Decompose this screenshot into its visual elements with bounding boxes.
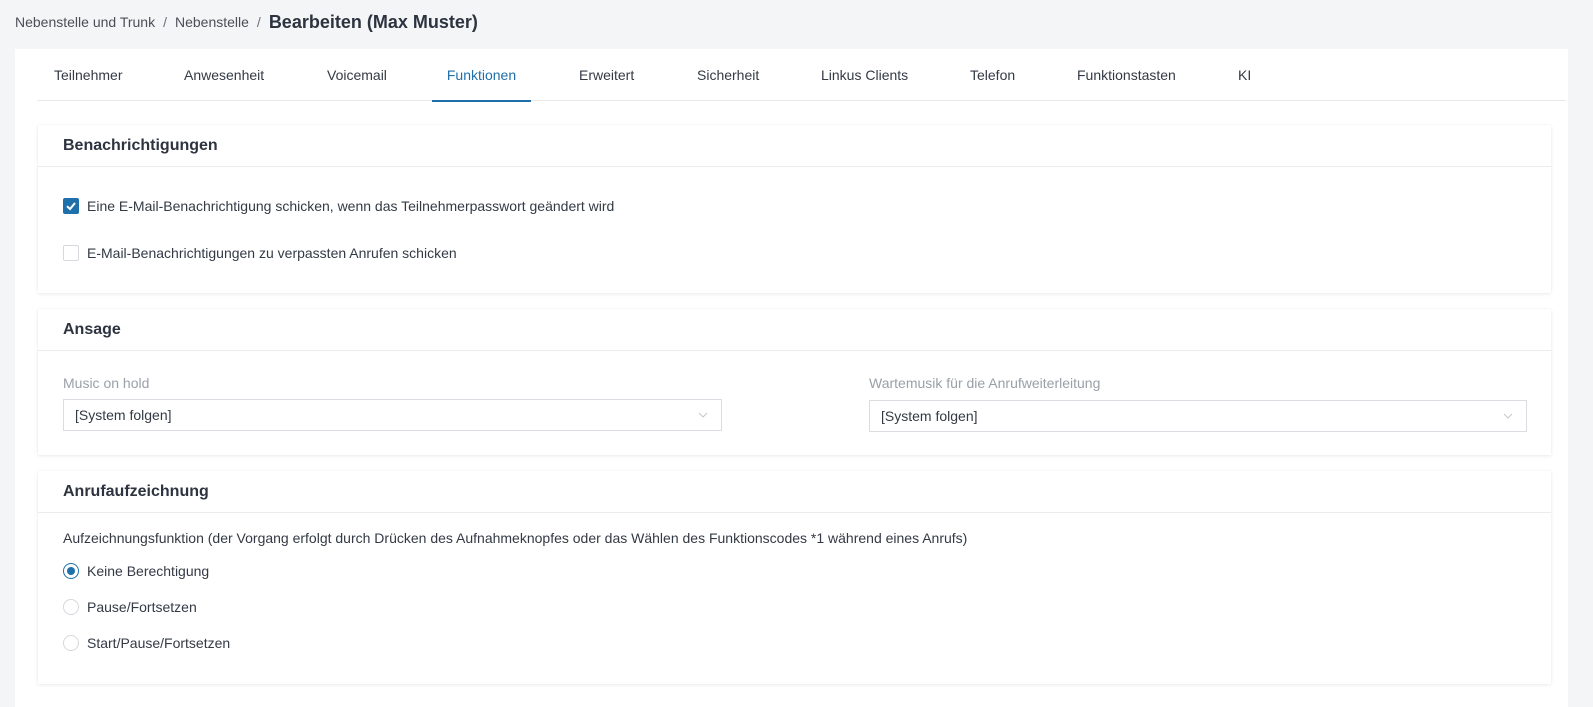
notify-password-change-label: Eine E-Mail-Benachrichtigung schicken, w… [87, 198, 615, 214]
notify-missed-calls-label: E-Mail-Benachrichtigungen zu verpassten … [87, 245, 457, 261]
radio-dot [67, 567, 75, 575]
forward-music-label: Wartemusik für die Anrufweiterleitung [869, 375, 1101, 391]
forward-music-value: [System folgen] [881, 408, 978, 424]
recording-pause-resume-label: Pause/Fortsetzen [87, 599, 197, 615]
recording-start-pause-resume-radio[interactable] [63, 635, 79, 651]
recording-pause-resume-radio[interactable] [63, 599, 79, 615]
check-icon [66, 202, 76, 211]
recording-card: Anrufaufzeichnung Aufzeichnungsfunktion … [38, 471, 1551, 684]
tab-erweitert[interactable]: Erweitert [579, 49, 634, 101]
tab-voicemail[interactable]: Voicemail [327, 49, 387, 101]
chevron-down-icon [1503, 413, 1513, 419]
chevron-down-icon [698, 412, 708, 418]
breadcrumb-item-trunk[interactable]: Nebenstelle und Trunk [15, 14, 155, 30]
notify-missed-calls-checkbox[interactable] [63, 245, 79, 261]
notify-password-change-checkbox[interactable] [63, 198, 79, 214]
recording-option-pause-resume[interactable]: Pause/Fortsetzen [63, 599, 197, 615]
tab-funktionen[interactable]: Funktionen [432, 49, 531, 102]
tab-teilnehmer[interactable]: Teilnehmer [54, 49, 122, 101]
breadcrumb-separator: / [256, 14, 261, 30]
recording-option-none[interactable]: Keine Berechtigung [63, 563, 209, 579]
forward-music-select[interactable]: [System folgen] [869, 400, 1527, 432]
tab-anwesenheit[interactable]: Anwesenheit [184, 49, 264, 101]
breadcrumb-item-extension[interactable]: Nebenstelle [175, 14, 249, 30]
main-panel: Teilnehmer Anwesenheit Voicemail Funktio… [15, 49, 1568, 707]
breadcrumb: Nebenstelle und Trunk / Nebenstelle / Be… [15, 10, 478, 34]
music-on-hold-label: Music on hold [63, 375, 150, 391]
music-on-hold-select[interactable]: [System folgen] [63, 399, 722, 431]
notifications-title: Benachrichtigungen [38, 125, 1551, 167]
tab-sicherheit[interactable]: Sicherheit [697, 49, 759, 101]
recording-none-label: Keine Berechtigung [87, 563, 210, 579]
notify-missed-calls-option[interactable]: E-Mail-Benachrichtigungen zu verpassten … [63, 245, 457, 261]
tab-bar: Teilnehmer Anwesenheit Voicemail Funktio… [37, 49, 1566, 102]
recording-none-radio[interactable] [63, 563, 79, 579]
recording-description: Aufzeichnungsfunktion (der Vorgang erfol… [63, 530, 968, 546]
recording-title: Anrufaufzeichnung [38, 471, 1551, 513]
tab-ki[interactable]: KI [1238, 49, 1251, 101]
page-title: Bearbeiten (Max Muster) [268, 11, 478, 32]
announcement-title: Ansage [38, 309, 1551, 351]
recording-start-pause-resume-label: Start/Pause/Fortsetzen [87, 635, 231, 651]
recording-option-start-pause-resume[interactable]: Start/Pause/Fortsetzen [63, 635, 230, 651]
notify-password-change-option[interactable]: Eine E-Mail-Benachrichtigung schicken, w… [63, 198, 614, 214]
music-on-hold-value: [System folgen] [75, 407, 172, 423]
breadcrumb-separator: / [163, 14, 167, 30]
notifications-card: Benachrichtigungen Eine E-Mail-Benachric… [38, 125, 1551, 293]
tab-linkus-clients[interactable]: Linkus Clients [821, 49, 908, 101]
tab-telefon[interactable]: Telefon [970, 49, 1015, 101]
tab-funktionstasten[interactable]: Funktionstasten [1077, 49, 1176, 101]
announcement-card: Ansage Music on hold [System folgen] War… [38, 309, 1551, 455]
